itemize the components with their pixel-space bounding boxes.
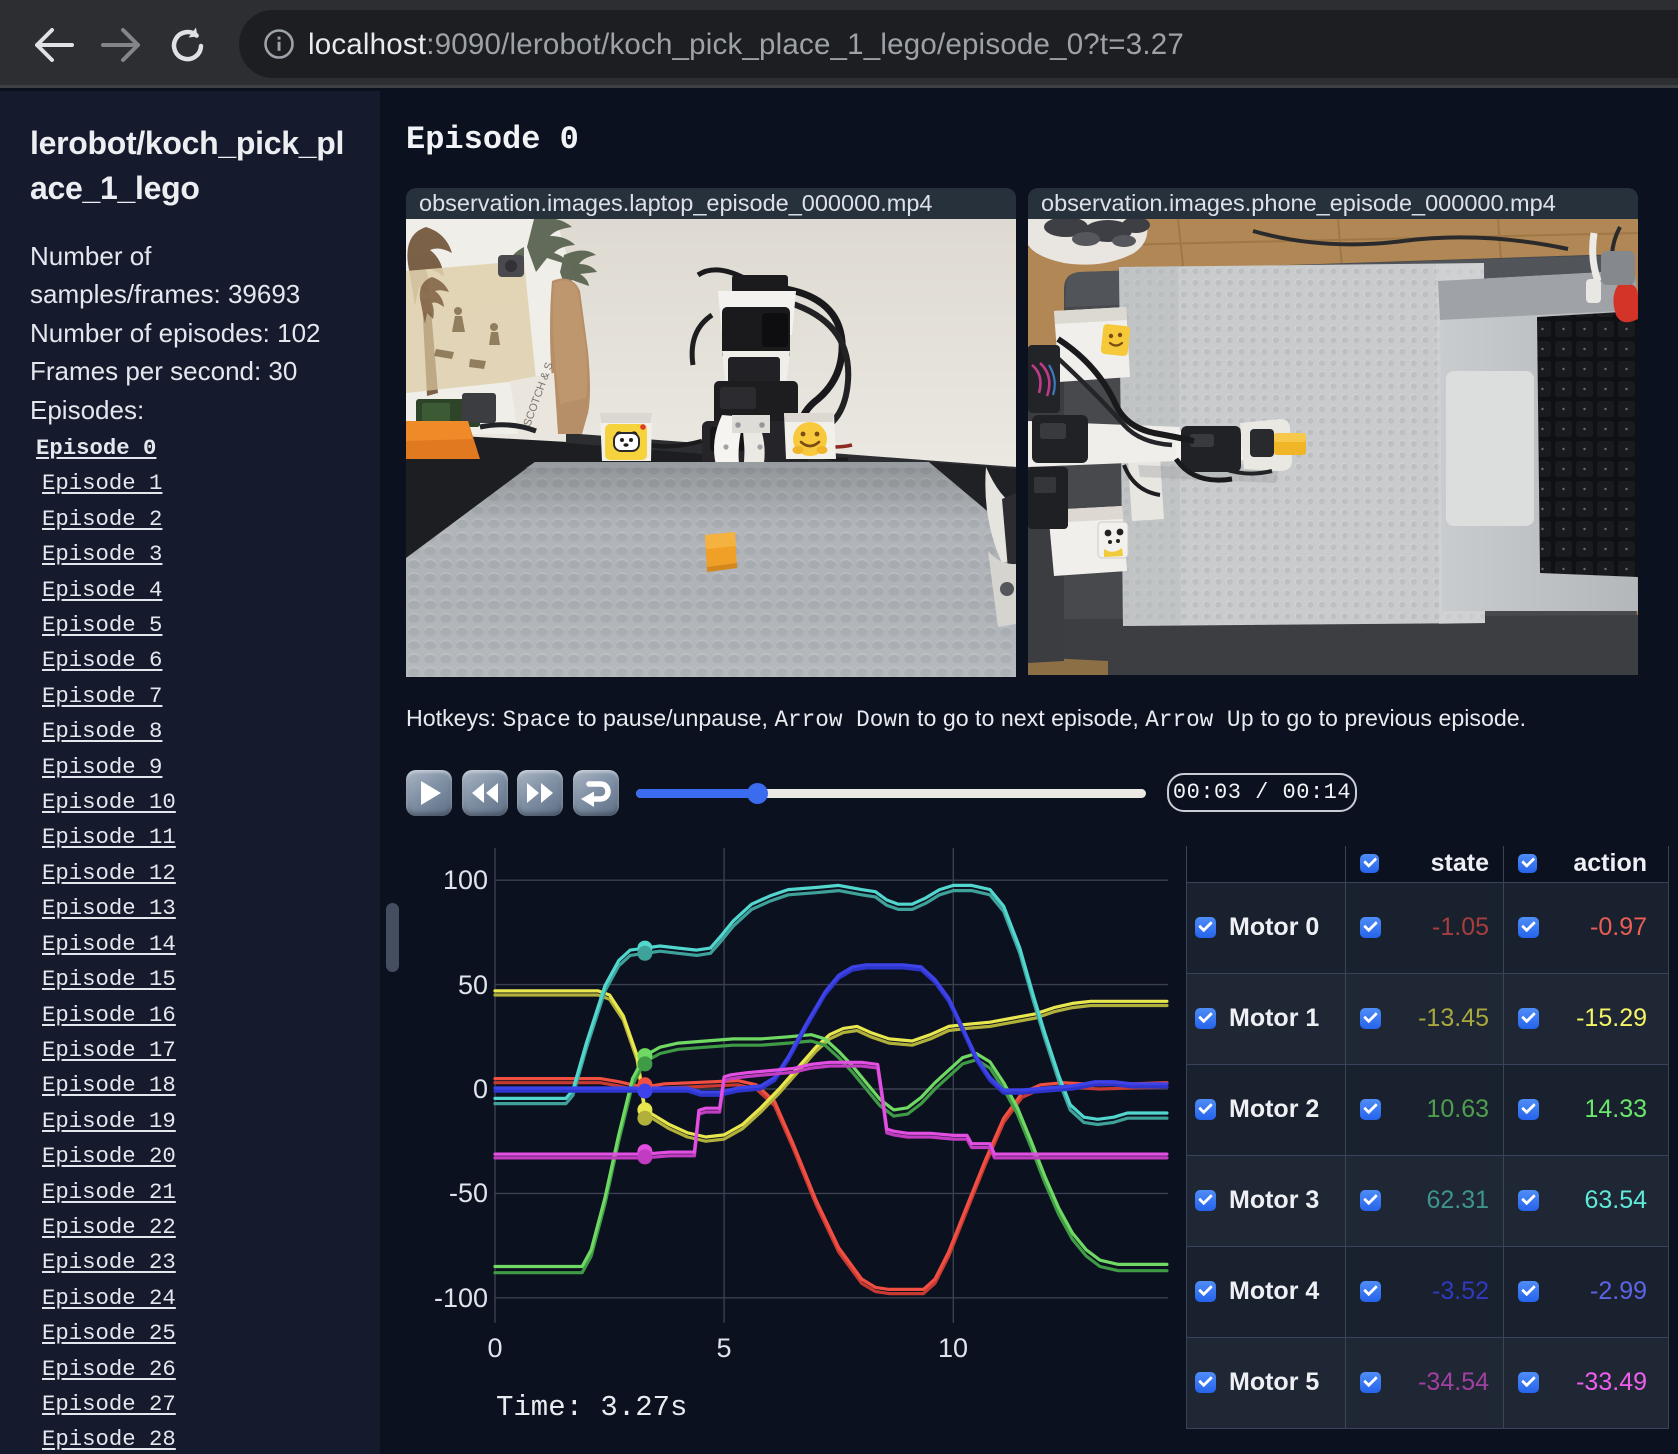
svg-text:Time: 3.27s: Time: 3.27s <box>496 1391 687 1424</box>
svg-text:100: 100 <box>443 865 488 895</box>
svg-text:-50: -50 <box>449 1178 488 1208</box>
svg-text:50: 50 <box>458 970 488 1000</box>
svg-text:0: 0 <box>473 1074 488 1104</box>
svg-text:5: 5 <box>716 1333 731 1363</box>
svg-text:0: 0 <box>487 1333 502 1363</box>
svg-text:-100: -100 <box>434 1283 488 1313</box>
svg-text:10: 10 <box>938 1333 968 1363</box>
